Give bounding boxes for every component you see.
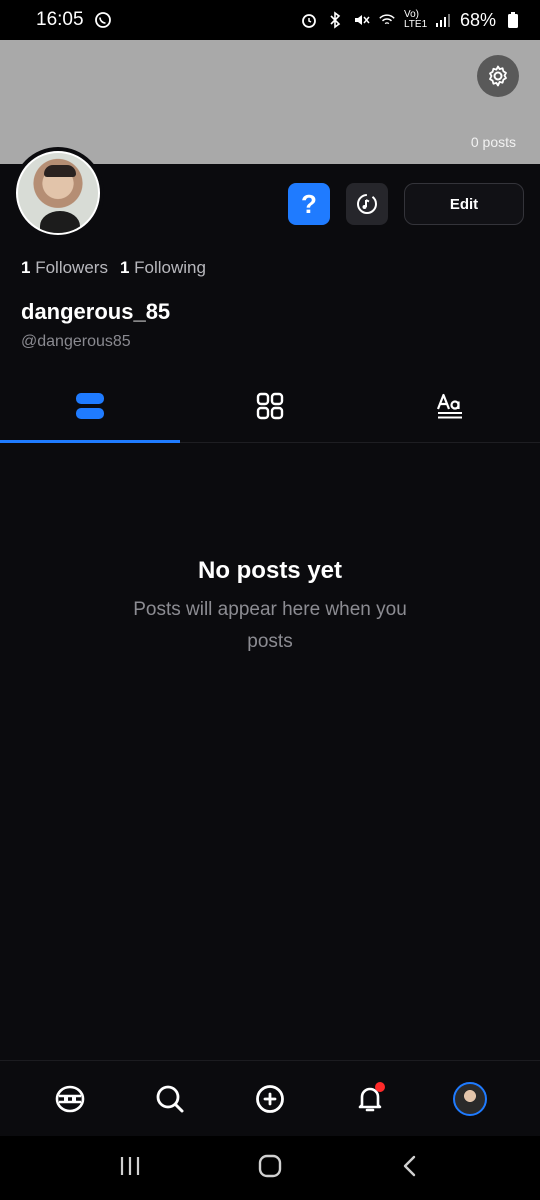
back-button[interactable] — [398, 1154, 422, 1183]
following-link[interactable]: 1 Following — [120, 258, 206, 278]
nav-notifications[interactable] — [345, 1074, 395, 1124]
recent-apps-icon — [120, 1156, 139, 1175]
display-name: dangerous_85 — [21, 299, 171, 324]
tab-posts-list[interactable] — [0, 370, 180, 443]
home-button-icon — [258, 1154, 282, 1177]
whatsapp-icon — [94, 11, 112, 29]
tab-grid[interactable] — [180, 370, 360, 442]
recent-apps-button[interactable] — [118, 1154, 142, 1183]
status-time: 16:05 — [36, 9, 84, 30]
nav-profile[interactable] — [445, 1074, 495, 1124]
text-icon — [436, 393, 462, 419]
search-icon — [156, 1085, 184, 1112]
mute-icon — [352, 11, 370, 29]
battery-icon — [504, 11, 522, 29]
back-icon — [404, 1155, 416, 1176]
following-count: 1 — [119, 258, 130, 277]
profile-avatar-frame — [12, 147, 104, 239]
edit-label: Edit — [449, 195, 479, 213]
status-right: Vo) LTE1 68% — [300, 10, 522, 31]
help-button[interactable]: ? — [288, 183, 330, 225]
settings-button[interactable] — [477, 55, 519, 97]
notification-badge — [375, 1081, 385, 1092]
network-label: Vo) LTE1 — [403, 9, 428, 30]
bottom-nav — [0, 1060, 540, 1136]
status-bar: 16:05 Vo) LTE1 68% — [0, 0, 540, 40]
add-post-icon — [256, 1084, 284, 1113]
nav-home[interactable] — [45, 1074, 95, 1124]
followers-label: Followers — [35, 258, 108, 277]
bluetooth-icon — [326, 11, 344, 29]
status-left: 16:05 — [36, 9, 112, 31]
alarm-icon — [300, 11, 318, 29]
followers-count: 1 — [21, 258, 31, 277]
list-icon — [76, 393, 104, 419]
profile-avatar — [453, 1081, 487, 1116]
empty-state-subtitle: Posts will appear here when you posts — [133, 599, 407, 652]
help-label: ? — [301, 188, 317, 219]
posts-count: 0 posts — [470, 134, 516, 150]
nav-search[interactable] — [145, 1074, 195, 1124]
wifi-icon — [378, 11, 396, 29]
follow-stats: 1 Followers 1 Following — [21, 258, 206, 278]
profile-avatar[interactable] — [16, 151, 100, 235]
profile-tabs — [0, 370, 540, 443]
gear-icon — [489, 65, 507, 87]
user-handle: @dangerous85 — [21, 333, 131, 350]
signal-icon — [434, 11, 452, 29]
music-disc-icon — [357, 194, 377, 214]
empty-state-title: No posts yet — [197, 557, 343, 584]
system-nav-bar — [0, 1136, 540, 1200]
nav-create[interactable] — [245, 1074, 295, 1124]
battery-percent: 68% — [459, 9, 496, 30]
profile-cover: 0 posts — [0, 40, 540, 164]
edit-profile-button[interactable]: Edit — [404, 183, 524, 225]
home-icon — [55, 1085, 85, 1112]
home-button[interactable] — [257, 1153, 283, 1184]
grid-icon — [256, 392, 284, 420]
following-label: Following — [134, 258, 206, 277]
music-button[interactable] — [346, 183, 388, 225]
followers-link[interactable]: 1 Followers — [21, 258, 108, 278]
tab-text[interactable] — [360, 370, 540, 442]
